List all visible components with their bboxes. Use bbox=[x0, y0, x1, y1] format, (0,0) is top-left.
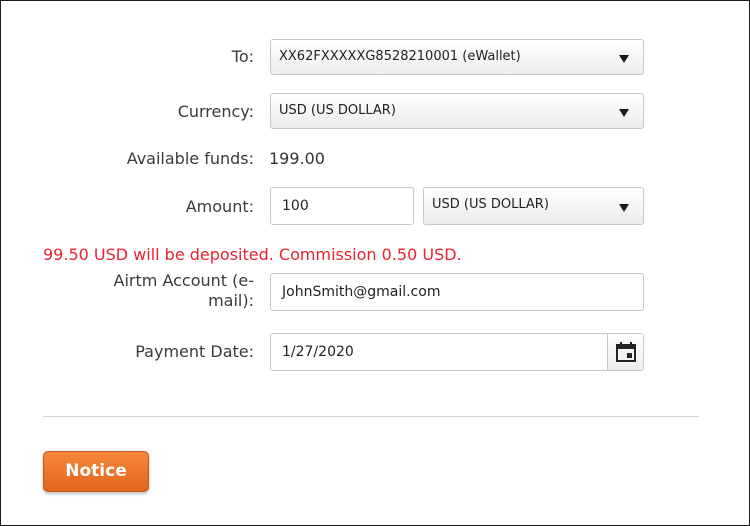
payment-date-label: Payment Date: bbox=[135, 342, 254, 361]
airtm-email-value: JohnSmith@gmail.com bbox=[282, 284, 441, 300]
to-select[interactable]: XX62FXXXXXG8528210001 (eWallet) bbox=[270, 39, 644, 75]
airtm-account-label: Airtm Account (e- mail): bbox=[81, 271, 254, 311]
amount-label: Amount: bbox=[185, 197, 254, 216]
amount-currency-select[interactable]: USD (US DOLLAR) bbox=[423, 187, 644, 225]
currency-select-value: USD (US DOLLAR) bbox=[279, 103, 396, 118]
available-funds-label: Available funds: bbox=[126, 149, 254, 168]
divider bbox=[43, 416, 699, 417]
deposit-notice-text: 99.50 USD will be deposited. Commission … bbox=[43, 245, 462, 264]
to-label: To: bbox=[231, 47, 254, 66]
amount-input-value: 100 bbox=[282, 198, 309, 214]
notice-button[interactable]: Notice bbox=[43, 451, 149, 492]
chevron-down-icon bbox=[619, 55, 629, 63]
currency-select[interactable]: USD (US DOLLAR) bbox=[270, 93, 644, 129]
currency-label: Currency: bbox=[177, 102, 254, 121]
form-panel: To: XX62FXXXXXG8528210001 (eWallet) Curr… bbox=[0, 0, 750, 526]
amount-currency-value: USD (US DOLLAR) bbox=[432, 197, 549, 212]
amount-input[interactable]: 100 bbox=[270, 187, 414, 225]
chevron-down-icon bbox=[619, 204, 629, 212]
airtm-account-label-line1: Airtm Account (e- bbox=[113, 271, 254, 290]
airtm-email-input[interactable]: JohnSmith@gmail.com bbox=[270, 273, 644, 311]
chevron-down-icon bbox=[619, 109, 629, 117]
payment-date-value: 1/27/2020 bbox=[282, 344, 354, 360]
airtm-account-label-line2: mail): bbox=[208, 291, 254, 310]
available-funds-value: 199.00 bbox=[269, 149, 325, 168]
to-select-value: XX62FXXXXXG8528210001 (eWallet) bbox=[279, 49, 521, 64]
calendar-icon bbox=[616, 342, 636, 362]
payment-date-input[interactable]: 1/27/2020 bbox=[270, 333, 644, 371]
date-picker-button[interactable] bbox=[607, 334, 643, 370]
